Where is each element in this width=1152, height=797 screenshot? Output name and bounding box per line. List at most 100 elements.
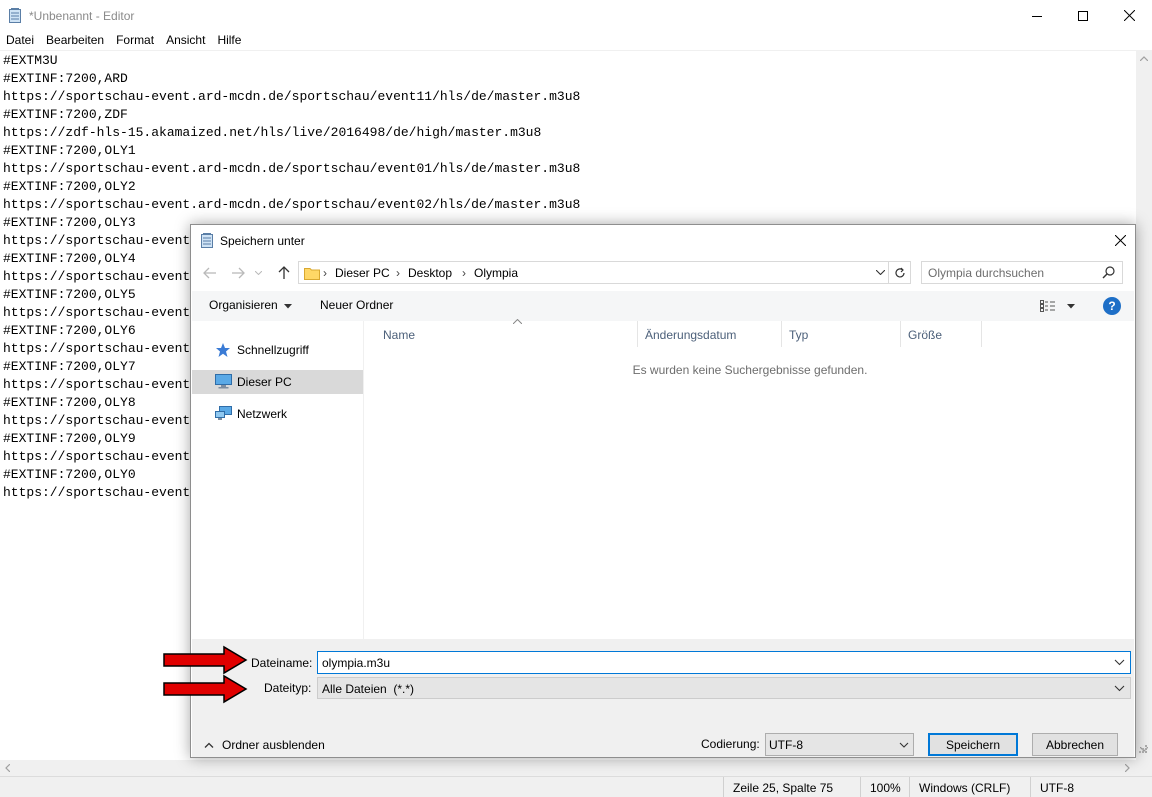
chevron-down-icon[interactable] xyxy=(1114,655,1125,669)
chevron-down-icon xyxy=(1114,685,1125,692)
breadcrumb-separator: › xyxy=(462,266,466,280)
filename-input[interactable] xyxy=(318,652,1108,673)
caret-down-icon xyxy=(1067,303,1075,308)
save-form: Dateiname: Dateityp: Alle Dateien (*.*) … xyxy=(192,639,1134,757)
editor-line: #EXTINF:7200,ZDF xyxy=(3,107,128,122)
editor-line: #EXTINF:7200,OLY1 xyxy=(3,143,136,158)
notepad-icon xyxy=(201,233,213,248)
nav-item-dieser-pc[interactable]: Dieser PC xyxy=(192,370,363,394)
breadcrumb-olympia[interactable]: Olympia xyxy=(474,266,518,280)
new-folder-button[interactable]: Neuer Ordner xyxy=(320,298,393,312)
back-button[interactable] xyxy=(199,262,221,284)
column-header-name[interactable]: Name xyxy=(376,319,638,347)
menu-datei[interactable]: Datei xyxy=(0,31,40,50)
status-zoom: 100% xyxy=(860,777,908,797)
minimize-icon xyxy=(1032,15,1042,17)
nav-item-label: Netzwerk xyxy=(237,407,288,421)
column-name-label: Name xyxy=(383,328,416,342)
network-icon xyxy=(215,406,232,420)
status-line-ending: Windows (CRLF) xyxy=(909,777,1029,797)
menu-ansicht[interactable]: Ansicht xyxy=(160,31,211,50)
menu-bearbeiten[interactable]: Bearbeiten xyxy=(40,31,110,50)
vertical-scrollbar[interactable] xyxy=(1136,50,1152,760)
organize-button[interactable]: Organisieren xyxy=(209,298,293,312)
close-button[interactable] xyxy=(1106,0,1152,31)
chevron-down-icon xyxy=(875,270,885,275)
nav-item-netzwerk[interactable]: Netzwerk xyxy=(192,402,363,426)
editor-line: https://zdf-hls-15.akamaized.net/hls/liv… xyxy=(3,125,542,140)
editor-line: https://sportschau-event.ard-mcdn.de/spo… xyxy=(3,197,581,212)
breadcrumb-dieser-pc[interactable]: Dieser PC xyxy=(335,266,390,280)
address-bar[interactable]: › Dieser PC › Desktop › Olympia xyxy=(298,261,889,284)
column-header-date[interactable]: Änderungsdatum xyxy=(638,321,782,347)
dialog-close-button[interactable] xyxy=(1105,225,1135,255)
menu-hilfe[interactable]: Hilfe xyxy=(211,31,247,50)
save-button[interactable]: Speichern xyxy=(928,733,1018,756)
menu-format[interactable]: Format xyxy=(110,31,160,50)
file-list: Name Änderungsdatum Typ Größe Es wurden … xyxy=(365,319,1135,639)
help-button[interactable]: ? xyxy=(1103,297,1121,315)
empty-results-message: Es wurden keine Suchergebnisse gefunden. xyxy=(632,363,868,377)
close-icon xyxy=(1123,10,1135,21)
search-input[interactable] xyxy=(922,262,1098,283)
editor-line: https://sportschau-event.ard-mcdn.de/spo… xyxy=(3,89,581,104)
nav-item-label: Dieser PC xyxy=(237,375,292,389)
refresh-button[interactable] xyxy=(889,261,911,284)
encoding-label: Codierung: xyxy=(701,737,760,751)
nav-item-schnellzugriff[interactable]: Schnellzugriff xyxy=(192,338,363,362)
notepad-titlebar: *Unbenannt - Editor xyxy=(0,0,1152,31)
scroll-right-icon xyxy=(1125,764,1130,772)
search-icon[interactable] xyxy=(1102,265,1116,279)
editor-line: https://sportschau-event.ard-mcdn.de/spo… xyxy=(3,161,581,176)
dialog-title: Speichern unter xyxy=(220,234,305,248)
organize-label: Organisieren xyxy=(209,298,278,312)
status-position: Zeile 25, Spalte 75 xyxy=(723,777,858,797)
arrow-up-icon xyxy=(278,266,290,279)
change-view-button[interactable] xyxy=(1040,297,1080,315)
hide-folders-button[interactable]: Ordner ausblenden xyxy=(204,737,325,753)
horizontal-scrollbar[interactable] xyxy=(0,760,1136,776)
annotation-arrow-icon xyxy=(163,674,248,704)
dialog-titlebar: Speichern unter xyxy=(191,225,1135,255)
sort-ascending-icon xyxy=(513,319,522,324)
computer-icon xyxy=(215,374,232,389)
column-header-size[interactable]: Größe xyxy=(901,321,982,347)
scroll-left-icon xyxy=(5,764,10,772)
resize-grip-icon[interactable] xyxy=(1136,744,1148,756)
status-bar: Zeile 25, Spalte 75 100% Windows (CRLF) … xyxy=(0,776,1152,797)
command-bar: Organisieren Neuer Ordner ? xyxy=(192,291,1134,321)
maximize-button[interactable] xyxy=(1060,0,1106,31)
nav-item-label: Schnellzugriff xyxy=(237,343,309,357)
maximize-icon xyxy=(1078,10,1088,21)
address-dropdown-button[interactable] xyxy=(871,261,889,284)
filename-combobox xyxy=(317,651,1131,674)
breadcrumb-desktop[interactable]: Desktop xyxy=(408,266,452,280)
scrollbar-corner xyxy=(1136,760,1152,776)
arrow-right-icon xyxy=(232,267,245,279)
editor-line: #EXTINF:7200,OLY2 xyxy=(3,179,136,194)
chevron-down-icon xyxy=(899,742,909,748)
scroll-up-icon xyxy=(1140,56,1148,61)
status-encoding: UTF-8 xyxy=(1030,777,1152,797)
minimize-button[interactable] xyxy=(1014,0,1060,31)
chevron-down-icon xyxy=(254,271,262,275)
encoding-select[interactable]: UTF-8 xyxy=(765,733,914,756)
hide-folders-label: Ordner ausblenden xyxy=(222,738,325,752)
breadcrumb-separator: › xyxy=(396,266,400,280)
forward-button[interactable] xyxy=(227,262,249,284)
search-box xyxy=(921,261,1123,284)
column-header-type[interactable]: Typ xyxy=(782,321,901,347)
window-title: *Unbenannt - Editor xyxy=(29,9,135,23)
navigation-pane: Schnellzugriff Dieser PC Netzwerk xyxy=(192,321,364,639)
folder-icon xyxy=(304,268,320,280)
up-button[interactable] xyxy=(273,262,295,284)
editor-line: #EXTM3U xyxy=(3,53,58,68)
star-icon xyxy=(216,343,230,357)
filename-label: Dateiname: xyxy=(251,656,313,670)
cancel-button[interactable]: Abbrechen xyxy=(1032,733,1118,756)
notepad-icon xyxy=(9,8,21,23)
recent-locations-button[interactable] xyxy=(252,262,264,284)
arrow-left-icon xyxy=(203,267,216,279)
editor-line: #EXTINF:7200,ARD xyxy=(3,71,128,86)
filetype-select[interactable]: Alle Dateien (*.*) xyxy=(317,677,1131,699)
